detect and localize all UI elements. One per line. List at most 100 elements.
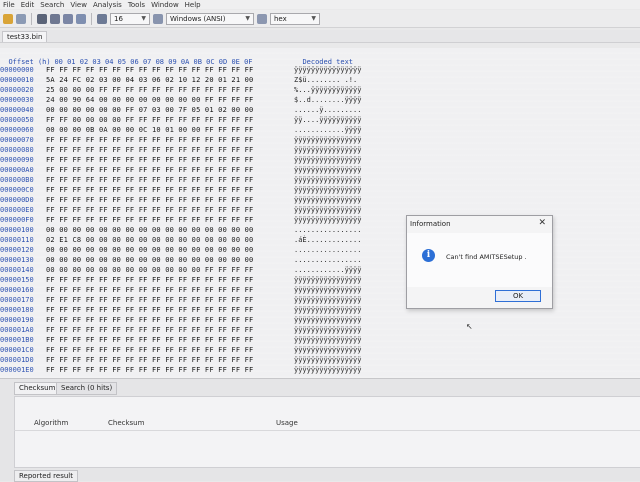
row-hex-bytes[interactable]: FF FF FF FF FF FF FF FF FF FF FF FF FF F… (46, 135, 294, 145)
menu-tools[interactable]: Tools (128, 1, 145, 9)
row-decoded-text[interactable]: ................ (294, 255, 361, 265)
row-decoded-text[interactable]: ÿÿÿÿÿÿÿÿÿÿÿÿÿÿÿÿ (294, 365, 361, 375)
hex-row[interactable]: 00000030 24 00 90 64 00 00 00 00 00 00 00… (0, 95, 361, 105)
hex-row[interactable]: 000001B0 FF FF FF FF FF FF FF FF FF FF FF… (0, 335, 361, 345)
row-decoded-text[interactable]: ÿÿÿÿÿÿÿÿÿÿÿÿÿÿÿÿ (294, 65, 361, 75)
row-hex-bytes[interactable]: FF FF FF FF FF FF FF FF FF FF FF FF FF F… (46, 195, 294, 205)
row-hex-bytes[interactable]: FF FF FF FF FF FF FF FF FF FF FF FF FF F… (46, 185, 294, 195)
hex-row[interactable]: 00000130 00 00 00 00 00 00 00 00 00 00 00… (0, 255, 361, 265)
row-decoded-text[interactable]: ÿÿÿÿÿÿÿÿÿÿÿÿÿÿÿÿ (294, 135, 361, 145)
hex-row[interactable]: 00000010 5A 24 FC 02 03 00 04 03 06 02 10… (0, 75, 357, 85)
charset-select[interactable]: Windows (ANSI) ▼ (166, 12, 254, 25)
hex-row[interactable]: 00000070 FF FF FF FF FF FF FF FF FF FF FF… (0, 135, 361, 145)
row-hex-bytes[interactable]: FF FF FF FF FF FF FF FF FF FF FF FF FF F… (46, 275, 294, 285)
hex-row[interactable]: 00000180 FF FF FF FF FF FF FF FF FF FF FF… (0, 305, 361, 315)
file-tab[interactable]: test33.bin (2, 31, 48, 42)
row-decoded-text[interactable]: ÿÿÿÿÿÿÿÿÿÿÿÿÿÿÿÿ (294, 355, 361, 365)
row-decoded-text[interactable]: ÿÿÿÿÿÿÿÿÿÿÿÿÿÿÿÿ (294, 205, 361, 215)
save-icon[interactable] (16, 13, 26, 24)
row-hex-bytes[interactable]: 00 00 00 00 00 00 00 00 00 00 00 00 00 0… (46, 255, 294, 265)
hex-row[interactable]: 00000080 FF FF FF FF FF FF FF FF FF FF FF… (0, 145, 361, 155)
row-hex-bytes[interactable]: FF FF FF FF FF FF FF FF FF FF FF FF FF F… (46, 155, 294, 165)
row-hex-bytes[interactable]: 24 00 90 64 00 00 00 00 00 00 00 00 FF F… (46, 95, 294, 105)
row-hex-bytes[interactable]: FF FF FF FF FF FF FF FF FF FF FF FF FF F… (46, 165, 294, 175)
row-decoded-text[interactable]: ÿÿÿÿÿÿÿÿÿÿÿÿÿÿÿÿ (294, 145, 361, 155)
row-hex-bytes[interactable]: FF FF FF FF FF FF FF FF FF FF FF FF FF F… (46, 365, 294, 375)
row-decoded-text[interactable]: ......ÿ......... (294, 105, 361, 115)
row-decoded-text[interactable]: ................ (294, 225, 361, 235)
hex-row[interactable]: 000000F0 FF FF FF FF FF FF FF FF FF FF FF… (0, 215, 361, 225)
row-decoded-text[interactable]: ÿÿÿÿÿÿÿÿÿÿÿÿÿÿÿÿ (294, 285, 361, 295)
menu-search[interactable]: Search (40, 1, 64, 9)
paste-icon[interactable] (50, 13, 60, 24)
row-hex-bytes[interactable]: FF FF FF FF FF FF FF FF FF FF FF FF FF F… (46, 215, 294, 225)
hex-row[interactable]: 00000160 FF FF FF FF FF FF FF FF FF FF FF… (0, 285, 361, 295)
row-hex-bytes[interactable]: 00 00 00 00 00 00 00 00 00 00 00 00 00 0… (46, 225, 294, 235)
row-hex-bytes[interactable]: FF FF FF FF FF FF FF FF FF FF FF FF FF F… (46, 345, 294, 355)
column-checksum[interactable]: Checksum (108, 419, 144, 427)
menu-help[interactable]: Help (185, 1, 201, 9)
hex-row[interactable]: 00000050 FF FF 00 00 00 00 FF FF FF FF FF… (0, 115, 361, 125)
row-decoded-text[interactable]: ............ÿÿÿÿ (294, 125, 361, 135)
hex-row[interactable]: 00000110 02 E1 C8 00 00 00 00 00 00 00 00… (0, 235, 361, 245)
hex-row[interactable]: 00000090 FF FF FF FF FF FF FF FF FF FF FF… (0, 155, 361, 165)
row-decoded-text[interactable]: ÿÿÿÿÿÿÿÿÿÿÿÿÿÿÿÿ (294, 175, 361, 185)
row-hex-bytes[interactable]: FF FF FF FF FF FF FF FF FF FF FF FF FF F… (46, 175, 294, 185)
menu-window[interactable]: Window (151, 1, 179, 9)
tab-checksum[interactable]: Checksum (14, 382, 61, 395)
hex-row[interactable]: 00000150 FF FF FF FF FF FF FF FF FF FF FF… (0, 275, 361, 285)
hex-row[interactable]: 00000170 FF FF FF FF FF FF FF FF FF FF FF… (0, 295, 361, 305)
menu-analysis[interactable]: Analysis (93, 1, 122, 9)
row-hex-bytes[interactable]: FF FF FF FF FF FF FF FF FF FF FF FF FF F… (46, 315, 294, 325)
replace-icon[interactable] (76, 13, 86, 24)
row-hex-bytes[interactable]: 5A 24 FC 02 03 00 04 03 06 02 10 12 20 0… (46, 75, 294, 85)
close-icon[interactable]: ✕ (538, 218, 546, 228)
hex-row[interactable]: 00000100 00 00 00 00 00 00 00 00 00 00 00… (0, 225, 361, 235)
row-hex-bytes[interactable]: FF FF FF FF FF FF FF FF FF FF FF FF FF F… (46, 325, 294, 335)
row-hex-bytes[interactable]: FF FF FF FF FF FF FF FF FF FF FF FF FF F… (46, 295, 294, 305)
row-hex-bytes[interactable]: FF FF FF FF FF FF FF FF FF FF FF FF FF F… (46, 305, 294, 315)
hex-row[interactable]: 00000000 FF FF FF FF FF FF FF FF FF FF FF… (0, 65, 361, 75)
row-hex-bytes[interactable]: FF FF FF FF FF FF FF FF FF FF FF FF FF F… (46, 205, 294, 215)
hex-row[interactable]: 000000D0 FF FF FF FF FF FF FF FF FF FF FF… (0, 195, 361, 205)
row-decoded-text[interactable]: ÿÿÿÿÿÿÿÿÿÿÿÿÿÿÿÿ (294, 195, 361, 205)
row-decoded-text[interactable]: ÿÿÿÿÿÿÿÿÿÿÿÿÿÿÿÿ (294, 345, 361, 355)
row-decoded-text[interactable]: ÿÿÿÿÿÿÿÿÿÿÿÿÿÿÿÿ (294, 155, 361, 165)
hex-row[interactable]: 000001E0 FF FF FF FF FF FF FF FF FF FF FF… (0, 365, 361, 375)
open-folder-icon[interactable] (3, 13, 13, 24)
hex-row[interactable]: 000000B0 FF FF FF FF FF FF FF FF FF FF FF… (0, 175, 361, 185)
hex-row[interactable]: 000001C0 FF FF FF FF FF FF FF FF FF FF FF… (0, 345, 361, 355)
row-hex-bytes[interactable]: 00 00 00 00 00 00 FF 07 03 00 7F 05 01 0… (46, 105, 294, 115)
row-hex-bytes[interactable]: FF FF FF FF FF FF FF FF FF FF FF FF FF F… (46, 355, 294, 365)
row-hex-bytes[interactable]: 02 E1 C8 00 00 00 00 00 00 00 00 00 00 0… (46, 235, 294, 245)
row-hex-bytes[interactable]: FF FF FF FF FF FF FF FF FF FF FF FF FF F… (46, 285, 294, 295)
hex-row[interactable]: 000000E0 FF FF FF FF FF FF FF FF FF FF FF… (0, 205, 361, 215)
row-hex-bytes[interactable]: 00 00 00 0B 0A 00 00 0C 10 01 00 00 FF F… (46, 125, 294, 135)
row-decoded-text[interactable]: ............ÿÿÿÿ (294, 265, 361, 275)
row-decoded-text[interactable]: ................ (294, 245, 361, 255)
hex-row[interactable]: 000000A0 FF FF FF FF FF FF FF FF FF FF FF… (0, 165, 361, 175)
hex-row[interactable]: 00000060 00 00 00 0B 0A 00 00 0C 10 01 00… (0, 125, 361, 135)
hex-row[interactable]: 00000040 00 00 00 00 00 00 FF 07 03 00 7F… (0, 105, 361, 115)
row-decoded-text[interactable]: ÿÿ....ÿÿÿÿÿÿÿÿÿÿ (294, 115, 361, 125)
hex-row[interactable]: 000001A0 FF FF FF FF FF FF FF FF FF FF FF… (0, 325, 361, 335)
bytes-per-row-select[interactable]: 16 ▼ (110, 12, 150, 25)
menu-view[interactable]: View (70, 1, 87, 9)
row-decoded-text[interactable]: Z$ü........ .!. (294, 75, 357, 85)
column-algorithm[interactable]: Algorithm (34, 419, 68, 427)
tab-search[interactable]: Search (0 hits) (56, 382, 118, 395)
hex-row[interactable]: 00000020 25 00 00 00 FF FF FF FF FF FF FF… (0, 85, 361, 95)
binoculars-icon[interactable] (63, 13, 73, 24)
ok-button[interactable]: OK (495, 290, 541, 302)
menu-file[interactable]: File (3, 1, 15, 9)
row-decoded-text[interactable]: ÿÿÿÿÿÿÿÿÿÿÿÿÿÿÿÿ (294, 185, 361, 195)
row-decoded-text[interactable]: ÿÿÿÿÿÿÿÿÿÿÿÿÿÿÿÿ (294, 295, 361, 305)
hex-row[interactable]: 00000120 00 00 00 00 00 00 00 00 00 00 00… (0, 245, 361, 255)
row-decoded-text[interactable]: ÿÿÿÿÿÿÿÿÿÿÿÿÿÿÿÿ (294, 165, 361, 175)
row-hex-bytes[interactable]: 25 00 00 00 FF FF FF FF FF FF FF FF FF F… (46, 85, 294, 95)
row-hex-bytes[interactable]: FF FF FF FF FF FF FF FF FF FF FF FF FF F… (46, 145, 294, 155)
row-decoded-text[interactable]: ÿÿÿÿÿÿÿÿÿÿÿÿÿÿÿÿ (294, 335, 361, 345)
hex-row[interactable]: 000000C0 FF FF FF FF FF FF FF FF FF FF FF… (0, 185, 361, 195)
tab-reported-result[interactable]: Reported result (14, 470, 78, 482)
row-decoded-text[interactable]: ÿÿÿÿÿÿÿÿÿÿÿÿÿÿÿÿ (294, 275, 361, 285)
